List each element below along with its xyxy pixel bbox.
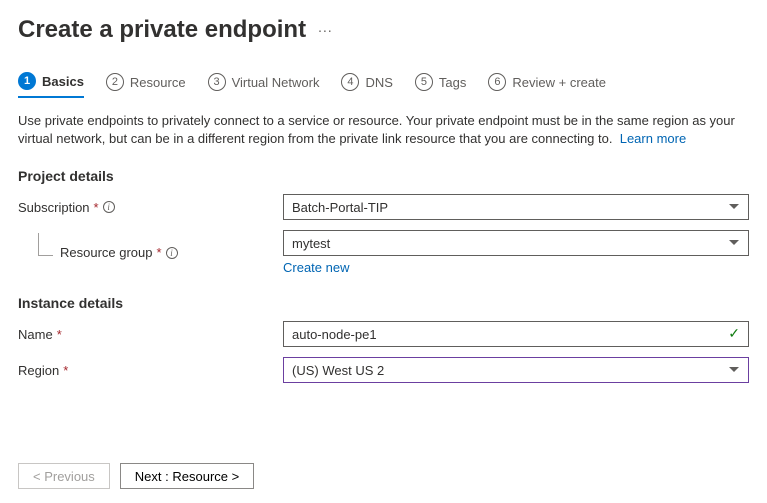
tab-step-number: 1 [18, 72, 36, 90]
previous-button: < Previous [18, 463, 110, 489]
subscription-select[interactable]: Batch-Portal-TIP [283, 194, 749, 220]
tab-label: Tags [439, 75, 466, 90]
tab-tags[interactable]: 5 Tags [415, 72, 466, 98]
tab-dns[interactable]: 4 DNS [341, 72, 392, 98]
info-icon[interactable]: i [103, 201, 115, 213]
tab-step-number: 5 [415, 73, 433, 91]
section-instance-details: Instance details [18, 295, 749, 311]
page-title: Create a private endpoint [18, 16, 306, 44]
tab-step-number: 6 [488, 73, 506, 91]
region-label: Region [18, 363, 59, 378]
tab-label: Resource [130, 75, 186, 90]
tab-label: Basics [42, 74, 84, 89]
section-project-details: Project details [18, 168, 749, 184]
tab-step-number: 3 [208, 73, 226, 91]
required-icon: * [157, 245, 162, 260]
required-icon: * [63, 363, 68, 378]
create-new-rg-link[interactable]: Create new [283, 260, 349, 275]
tab-step-number: 2 [106, 73, 124, 91]
resource-group-label: Resource group [60, 245, 153, 260]
tab-description: Use private endpoints to privately conne… [18, 112, 738, 148]
name-input[interactable]: auto-node-pe1 [283, 321, 749, 347]
tab-label: Review + create [512, 75, 606, 90]
tab-label: Virtual Network [232, 75, 320, 90]
required-icon: * [94, 200, 99, 215]
tab-resource[interactable]: 2 Resource [106, 72, 186, 98]
more-menu-icon[interactable]: ∙∙∙ [318, 22, 333, 38]
wizard-tabs: 1 Basics 2 Resource 3 Virtual Network 4 … [18, 72, 749, 98]
tab-label: DNS [365, 75, 392, 90]
learn-more-link[interactable]: Learn more [620, 131, 686, 146]
tab-virtual-network[interactable]: 3 Virtual Network [208, 72, 320, 98]
tab-review-create[interactable]: 6 Review + create [488, 72, 606, 98]
region-select[interactable]: (US) West US 2 [283, 357, 749, 383]
next-button[interactable]: Next : Resource > [120, 463, 254, 489]
tab-step-number: 4 [341, 73, 359, 91]
required-icon: * [57, 327, 62, 342]
info-icon[interactable]: i [166, 247, 178, 259]
subscription-label: Subscription [18, 200, 90, 215]
name-label: Name [18, 327, 53, 342]
resource-group-select[interactable]: mytest [283, 230, 749, 256]
tab-basics[interactable]: 1 Basics [18, 72, 84, 98]
